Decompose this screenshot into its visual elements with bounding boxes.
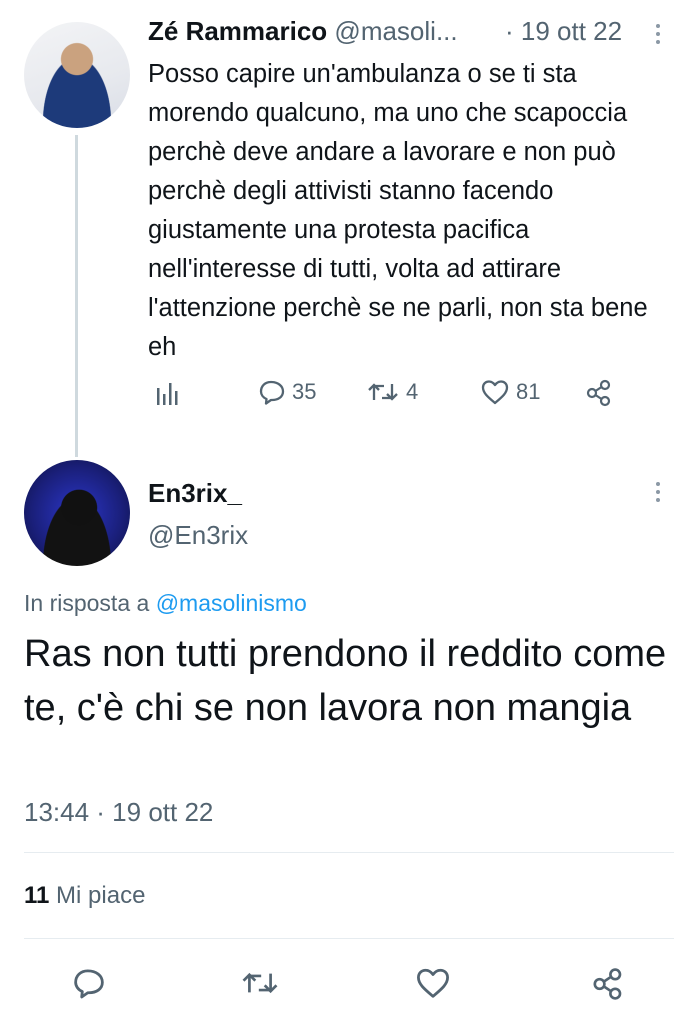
share-button[interactable] [584,378,614,408]
like-button[interactable] [414,966,452,1005]
avatar-ze-rammarico[interactable] [24,22,130,128]
like-button[interactable]: 81 [480,378,540,406]
heart-icon [481,380,509,405]
retweet-button[interactable] [240,966,280,1005]
tweet2-display-name[interactable]: En3rix_ [148,478,242,509]
reply-context: In risposta a @masolinismo [24,590,307,617]
analytics-button[interactable] [154,378,180,408]
reply-button[interactable]: 35 [258,378,316,406]
reply-prefix: In risposta a [24,590,150,616]
reply-count: 35 [292,379,317,404]
share-button[interactable] [590,966,626,1007]
thread-connector-line [75,135,78,457]
reply-button[interactable] [72,966,106,1005]
retweet-button[interactable]: 4 [366,378,418,406]
speech-bubble-icon [259,380,285,405]
heart-icon [417,968,449,998]
tweet1-actions: 35 4 81 [148,378,628,418]
more-options-icon[interactable] [655,482,661,502]
avatar-en3rix[interactable] [24,460,130,566]
likes-summary[interactable]: 11 Mi piace [24,882,145,910]
divider [24,938,674,939]
retweet-count: 4 [406,379,419,404]
tweet2-handle[interactable]: @En3rix [148,520,248,551]
reply-mention-link[interactable]: @masolinismo [156,590,307,616]
tweet2-action-bar [0,960,697,1010]
tweet1-display-name[interactable]: Zé Rammarico [148,16,327,46]
tweet2-timestamp[interactable]: 13:44 · 19 ott 22 [24,797,213,828]
divider [24,852,674,853]
tweet2-text: Ras non tutti prendono il reddito come t… [24,633,667,729]
bar-chart-icon [157,383,178,405]
share-nodes-icon [593,968,622,1000]
tweet1-text: Posso capire un'ambulanza o se ti sta mo… [148,60,648,361]
tweet1-header: Zé Rammarico @masoli... [148,16,458,47]
tweet1-time[interactable]: · 19 ott 22 [505,16,622,47]
share-nodes-icon [586,379,611,407]
retweet-arrows-icon [368,383,398,401]
speech-bubble-icon [74,969,104,999]
likes-label: Mi piace [56,882,146,909]
retweet-arrows-icon [242,972,278,994]
likes-count: 11 [24,882,50,909]
tweet1-handle[interactable]: @masoli... [334,16,457,46]
like-count: 81 [516,379,541,404]
more-options-icon[interactable] [655,24,661,44]
